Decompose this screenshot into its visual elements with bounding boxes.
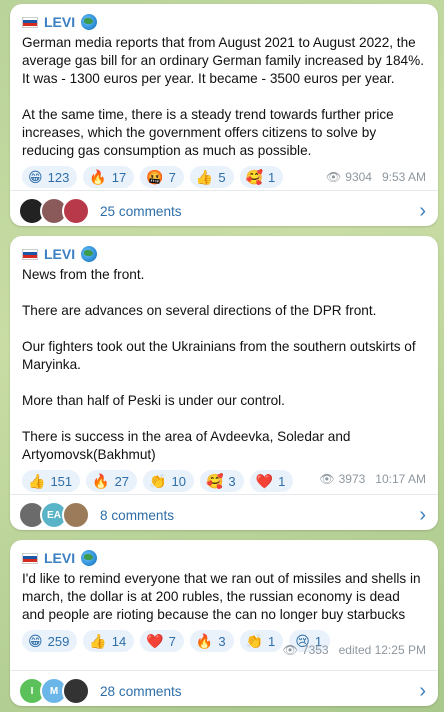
post-header: LEVI <box>22 548 426 568</box>
reaction-chip[interactable]: 😁 123 <box>22 166 78 188</box>
love-emoji-icon: 🥰 <box>245 168 263 185</box>
fire-emoji-icon: 🔥 <box>92 472 110 489</box>
avatar <box>62 677 90 705</box>
post-card[interactable]: LEVI News from the front. There are adva… <box>10 236 438 530</box>
comments-footer[interactable]: 25 comments › <box>10 190 438 226</box>
avatar <box>62 197 90 225</box>
heart-emoji-icon: ❤️ <box>255 472 274 489</box>
eye-icon: 👁 <box>282 643 298 657</box>
reaction-count: 7 <box>168 169 176 185</box>
reaction-chip[interactable]: 🥰 3 <box>199 470 244 492</box>
reaction-chip[interactable]: 🔥 3 <box>189 630 234 652</box>
chevron-right-icon[interactable]: › <box>419 680 426 703</box>
eye-icon: 👁 <box>319 472 335 486</box>
chevron-right-icon[interactable]: › <box>419 200 426 223</box>
reaction-count: 3 <box>218 633 226 649</box>
post-text: News from the front. There are advances … <box>22 267 416 462</box>
reaction-count: 3 <box>228 473 236 489</box>
clap-emoji-icon: 👏 <box>245 632 263 649</box>
reaction-count: 17 <box>111 169 127 185</box>
reaction-chip[interactable]: ❤️ 7 <box>140 630 184 652</box>
reaction-chip[interactable]: 👍 14 <box>83 630 135 652</box>
fire-emoji-icon: 🔥 <box>195 632 214 649</box>
grin-emoji-icon: 😁 <box>28 168 43 185</box>
reaction-chip[interactable]: 🔥 17 <box>83 166 135 188</box>
author-name[interactable]: LEVI <box>44 550 75 566</box>
view-count: 3973 <box>338 472 366 486</box>
angry-emoji-icon: 🤬 <box>146 168 164 185</box>
reaction-chip[interactable]: 👏 1 <box>239 630 284 652</box>
post-card[interactable]: LEVI I'd like to remind everyone that we… <box>10 540 438 706</box>
globe-icon <box>81 14 98 30</box>
commenter-avatars: I M <box>18 677 90 705</box>
clap-emoji-icon: 👏 <box>149 472 167 489</box>
post-text: German media reports that from August 20… <box>22 35 424 158</box>
reaction-count: 1 <box>278 473 286 489</box>
reaction-count: 151 <box>50 473 73 489</box>
grin-emoji-icon: 😁 <box>28 632 43 649</box>
comments-footer[interactable]: I M 28 comments › <box>10 670 438 706</box>
reaction-count: 1 <box>268 633 276 649</box>
commenter-avatars <box>18 197 90 225</box>
comments-link[interactable]: 25 comments <box>100 204 419 219</box>
author-name[interactable]: LEVI <box>44 246 75 262</box>
post-time: edited 12:25 PM <box>338 643 426 657</box>
post-header: LEVI <box>22 244 426 264</box>
russia-flag-icon <box>22 552 38 564</box>
avatar <box>62 501 90 529</box>
reaction-chip[interactable]: 👏 10 <box>143 470 194 492</box>
reaction-count: 5 <box>218 169 226 185</box>
thumbs-up-emoji-icon: 👍 <box>89 632 107 649</box>
post-meta: 👁 3973 10:17 AM <box>319 472 426 486</box>
reaction-chip[interactable]: 🔥 27 <box>86 470 138 492</box>
reaction-count: 1 <box>268 169 276 185</box>
post-text: I'd like to remind everyone that we ran … <box>22 571 421 622</box>
reaction-count: 123 <box>47 169 70 185</box>
post-meta: 👁 9304 9:53 AM <box>326 170 426 184</box>
fire-emoji-icon: 🔥 <box>89 168 107 185</box>
globe-icon <box>81 246 98 262</box>
reaction-chip[interactable]: 😁 259 <box>22 630 78 652</box>
reaction-count: 259 <box>47 633 70 649</box>
chevron-right-icon[interactable]: › <box>419 504 426 527</box>
comments-link[interactable]: 28 comments <box>100 684 419 699</box>
russia-flag-icon <box>22 16 38 28</box>
commenter-avatars: EA <box>18 501 90 529</box>
russia-flag-icon <box>22 248 38 260</box>
reaction-chip[interactable]: ❤️ 1 <box>249 470 294 492</box>
post-card[interactable]: LEVI German media reports that from Augu… <box>10 4 438 226</box>
reaction-chip[interactable]: 👍 151 <box>22 470 81 492</box>
thumbs-up-emoji-icon: 👍 <box>195 168 214 185</box>
post-meta: 👁 7353 edited 12:25 PM <box>283 643 426 657</box>
globe-icon <box>81 550 98 566</box>
thumbs-up-emoji-icon: 👍 <box>28 472 46 489</box>
reaction-count: 10 <box>171 473 186 489</box>
reaction-chip[interactable]: 🥰 1 <box>239 166 284 188</box>
channel-feed: LEVI German media reports that from Augu… <box>0 0 444 712</box>
reaction-chip[interactable]: 👍 5 <box>189 166 234 188</box>
view-count: 9304 <box>345 170 372 184</box>
comments-link[interactable]: 8 comments <box>100 508 419 523</box>
love-emoji-icon: 🥰 <box>205 472 224 489</box>
reaction-count: 7 <box>168 633 176 649</box>
reaction-chip[interactable]: 🤬 7 <box>140 166 184 188</box>
reaction-count: 27 <box>114 473 130 489</box>
eye-icon: 👁 <box>326 170 342 184</box>
comments-footer[interactable]: EA 8 comments › <box>10 494 438 530</box>
heart-emoji-icon: ❤️ <box>146 632 164 649</box>
reaction-count: 14 <box>111 633 127 649</box>
post-time: 10:17 AM <box>375 472 426 486</box>
view-count: 7353 <box>301 643 329 657</box>
post-header: LEVI <box>22 12 426 32</box>
post-time: 9:53 AM <box>381 170 426 184</box>
author-name[interactable]: LEVI <box>44 14 75 30</box>
